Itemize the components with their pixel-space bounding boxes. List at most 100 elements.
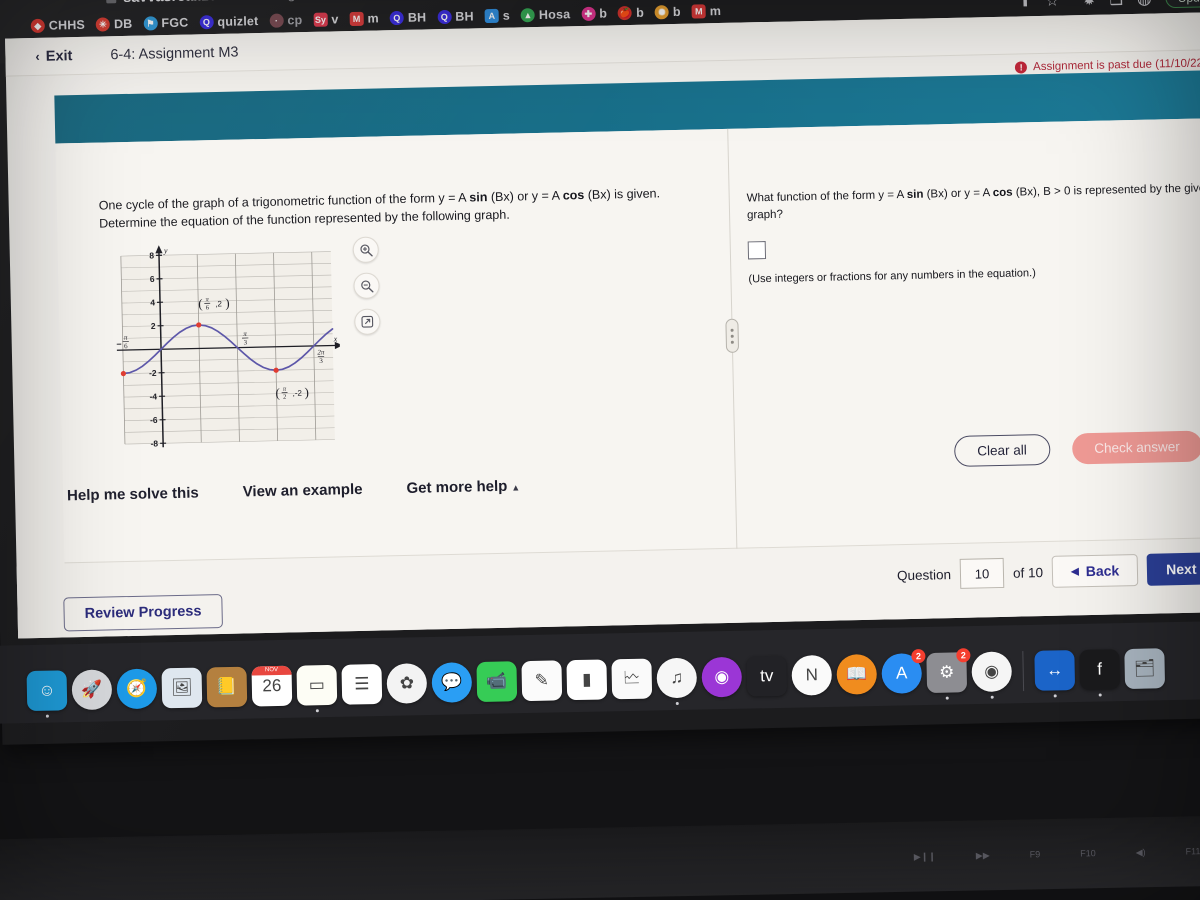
dock-item-apple-tv[interactable]: tv [746,655,788,697]
bookmark-bh-7[interactable]: Q BH [386,9,431,26]
bookmark-label: s [502,8,511,23]
dock-item-reminders[interactable]: ☰ [341,663,383,705]
bookmark-db-1[interactable]: ✳ DB [92,16,137,33]
bookmark-cp-4[interactable]: · cp [265,12,306,29]
bookmark-bh-8[interactable]: Q BH [433,8,478,25]
view-an-example-link[interactable]: View an example [243,480,363,500]
notes-icon: ▭ [308,675,326,695]
next-button[interactable]: Next [1146,552,1200,586]
contacts-icon: 📒 [216,676,238,697]
dock-item-calendar[interactable]: 26 NOV [251,665,293,707]
dock-item-photos[interactable]: ✿ [386,663,428,704]
dock-item-launchpad[interactable]: 🚀 [71,669,113,711]
a-favicon: A [484,8,499,24]
dock-item-books[interactable]: 📖 [836,654,878,695]
profile-icon[interactable]: ◍ [1137,0,1152,9]
ask-sin: sin [906,188,924,201]
faded-favicon: · [269,13,284,28]
dock-item-chrome[interactable]: ◉ [971,651,1013,699]
dock-item-podcasts[interactable]: ◉ [701,656,743,698]
exit-button[interactable]: ‹ Exit [35,48,72,65]
bookmark-label: Hosa [538,7,571,22]
launchpad-icon: 🚀 [81,679,103,699]
bookmark-chhs-0[interactable]: ◆ CHHS [27,17,90,34]
dock-item-facetime[interactable]: 📹 [476,661,518,703]
dock-running-indicator [1053,694,1057,698]
open-in-new-icon[interactable] [354,308,381,336]
bookmark-b-13[interactable]: ✺ b [651,4,685,21]
bookmark-m-14[interactable]: Mm [688,3,726,20]
answer-input[interactable] [747,240,767,259]
dock-item-safari[interactable]: 🧭 [116,668,158,710]
dock-running-indicator [945,696,949,700]
dock-item-flash[interactable]: f [1079,649,1121,697]
dock-item-music[interactable]: ♫ [656,657,698,706]
puzzle-icon[interactable]: ✹ [1083,0,1096,9]
answer-hint: (Use integers or fractions for any numbe… [748,267,1036,286]
q-favicon: Q [199,15,214,30]
zoom-out-icon-glyph [360,279,373,292]
bookmark-label: BH [407,10,427,25]
bookmark-b-12[interactable]: 🍎 b [614,5,648,22]
dock-item-contacts[interactable]: 📒 [206,666,248,708]
bookmark-quizlet-3[interactable]: Qquizlet [195,13,262,30]
dock-item-numbers[interactable]: ▮ [566,659,608,701]
f10-key: F10 [1080,848,1096,859]
sidebar-icon[interactable]: ❑ [1109,0,1123,8]
help-me-solve-this-link[interactable]: Help me solve this [67,484,199,504]
bookmark-hosa-10[interactable]: ▲ Hosa [517,6,575,23]
chrome-icon: ◉ [984,661,1000,681]
zoom-in-icon[interactable] [352,236,380,264]
dock-item-teamviewer[interactable]: ↔ [1034,650,1076,698]
facetime-icon: 📹 [486,671,508,691]
q-favicon: Q [437,9,452,25]
media-play-key: ▶❙❙ [913,850,936,862]
bookmark-b-11[interactable]: ✚ b [577,5,611,22]
bookmark-v-5[interactable]: Sy v [309,11,342,28]
trig-graph[interactable]: y x -8 -6 -4 -2 2 4 6 8 π 6 π 3 2π 3(π 6,2)(π 2 ,-2) [113,237,343,457]
dock-item-finder[interactable]: ☺ [26,670,68,718]
bookmark-fgc-2[interactable]: ⚑ FGC [139,15,192,32]
dock-item-downloads[interactable]: 🗂 [1124,648,1166,690]
fraction-denominator: 6 [124,342,128,350]
news-icon: N [805,665,819,685]
dock-item-photos-frame[interactable]: 🖼 [161,667,203,709]
next-label: Next [1165,560,1197,578]
clear-all-button[interactable]: Clear all [953,433,1051,467]
exit-label: Exit [45,47,73,65]
music-icon: ♫ [670,667,684,688]
zoom-out-icon[interactable] [353,272,380,300]
bookmark-m-6[interactable]: Mm [345,10,383,27]
check-answer-button[interactable]: Check answer [1071,430,1200,465]
update-button[interactable]: Update [1165,0,1200,9]
pane-resize-handle[interactable] [725,318,740,353]
fraction-numerator: π [124,334,128,342]
chevron-left-icon: ‹ [35,48,40,64]
dock-item-system-preferences[interactable]: ⚙ 2 [926,648,971,700]
dock-item-notability[interactable]: ✎ [521,660,563,702]
ask-part-a: What function of the form y = A [746,188,907,205]
dock-item-notes[interactable]: ▭ [296,664,338,713]
downloads-icon: 🗂 [1133,658,1156,678]
question-number-input[interactable]: 10 [959,557,1005,589]
back-button[interactable]: ◀ Back [1051,554,1139,588]
dock-running-indicator [675,701,679,706]
url-domain: savvasrealize.com [123,0,251,6]
photos-frame-icon: 🖼 [170,677,193,698]
graph-root: yx-8-6-4-22468π6π32π3(π6,2)(π2 ,-2) [116,245,343,449]
dock-item-app-store[interactable]: A2 [881,649,926,694]
share-icon[interactable]: ⬆ [1019,0,1032,10]
dock-item-news[interactable]: N [791,654,833,696]
get-more-help-link[interactable]: Get more help ▲ [406,477,520,496]
bookmark-label: CHHS [48,17,86,33]
star-icon[interactable]: ☆ [1045,0,1059,10]
fraction-denominator: 2 [283,394,286,401]
bookmark-s-9[interactable]: As [481,7,514,24]
dock-item-messages[interactable]: 💬 [431,662,473,703]
app-store-icon: A [895,663,908,683]
y-tick-label: 4 [150,297,155,307]
bookmark-label: b [672,4,681,20]
dock-item-keynote[interactable]: 🗠 [611,658,653,700]
review-progress-button[interactable]: Review Progress [63,593,223,632]
flash-icon: f [1097,659,1103,679]
